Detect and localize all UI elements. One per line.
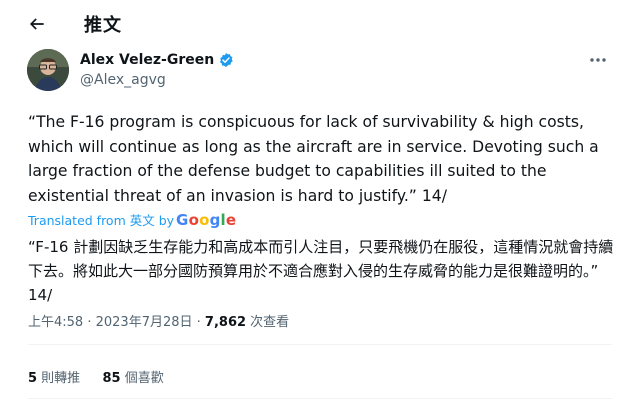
tweet-time[interactable]: 上午4:58 [28, 315, 83, 330]
translation-attribution: Translated from 英文 by Google [28, 210, 236, 229]
like-count: 85 [102, 371, 121, 386]
back-button[interactable] [22, 9, 52, 39]
divider [28, 398, 612, 399]
translated-text: “F-16 計劃因缺乏生存能力和高成本而引人注目，只要飛機仍在服役，這種情況就會… [28, 238, 614, 304]
top-bar: 推文 [0, 0, 640, 48]
retweets-stat[interactable]: 5 則轉推 [28, 371, 80, 386]
author-handle[interactable]: @Alex_agvg [80, 72, 166, 88]
tweet-stats: 5 則轉推 85 個喜歡 [28, 367, 164, 386]
views-label: 次查看 [246, 315, 290, 330]
tweet-date[interactable]: 2023年7月28日 [96, 315, 193, 330]
divider [28, 344, 612, 345]
tweet-text: “The F-16 program is conspicuous for lac… [28, 113, 599, 205]
arrow-left-icon [29, 18, 44, 30]
avatar-image [27, 49, 69, 91]
more-button[interactable] [588, 52, 608, 68]
likes-stat[interactable]: 85 個喜歡 [102, 371, 163, 386]
tweet-meta: 上午4:58 · 2023年7月28日 · 7,862 次查看 [28, 315, 290, 330]
google-logo: Google [176, 210, 237, 229]
verified-badge-icon [220, 53, 233, 67]
author-name-row[interactable]: Alex Velez-Green [80, 52, 234, 68]
retweet-count: 5 [28, 371, 38, 386]
translated-from-link[interactable]: Translated from 英文 by [28, 210, 174, 229]
view-count: 7,862 [204, 315, 247, 330]
avatar[interactable] [27, 49, 69, 91]
page-title: 推文 [84, 15, 122, 36]
author-name[interactable]: Alex Velez-Green [80, 52, 214, 68]
more-horizontal-icon [590, 58, 606, 62]
